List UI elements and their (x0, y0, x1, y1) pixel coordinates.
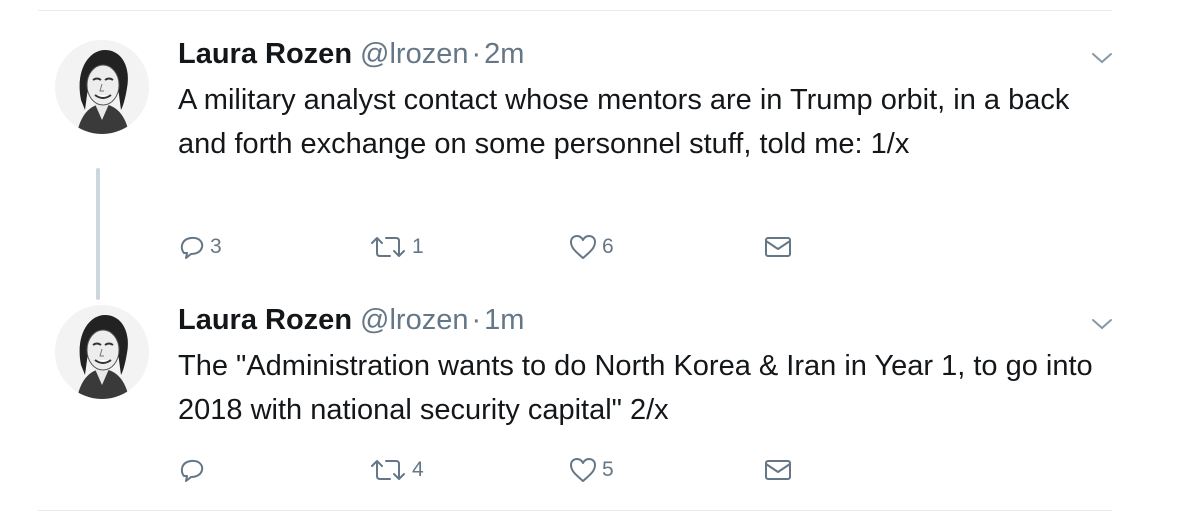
chevron-down-icon[interactable] (1090, 316, 1114, 332)
direct-message-button[interactable] (763, 456, 793, 484)
bottom-divider (38, 510, 1112, 511)
author-handle[interactable]: @lrozen (360, 38, 468, 70)
tweet-actions: 4 5 (178, 456, 838, 490)
reply-button[interactable] (178, 456, 210, 484)
tweet-header: Laura Rozen @lrozen · 1m (178, 304, 524, 337)
retweet-icon (371, 237, 405, 257)
tweet-header: Laura Rozen @lrozen · 2m (178, 38, 524, 71)
retweet-button[interactable]: 4 (368, 456, 424, 484)
like-count: 6 (602, 235, 614, 258)
chevron-down-icon[interactable] (1090, 50, 1114, 66)
thread-connector-line (96, 168, 100, 300)
author-handle[interactable]: @lrozen (360, 304, 468, 336)
envelope-icon (765, 237, 791, 257)
like-count: 5 (602, 458, 614, 481)
like-button[interactable]: 6 (568, 233, 614, 261)
retweet-count: 4 (412, 458, 424, 481)
retweet-icon (371, 460, 405, 480)
heart-icon (570, 235, 596, 259)
avatar-caricature-image (55, 40, 149, 134)
separator-dot: · (471, 304, 482, 336)
avatar[interactable] (55, 305, 149, 399)
tweet-timestamp[interactable]: 2m (484, 38, 524, 70)
heart-icon (570, 458, 596, 482)
reply-count: 3 (210, 235, 222, 258)
author-name[interactable]: Laura Rozen (178, 38, 352, 70)
retweet-count: 1 (412, 235, 424, 258)
envelope-icon (765, 460, 791, 480)
reply-button[interactable]: 3 (178, 233, 222, 261)
retweet-button[interactable]: 1 (368, 233, 424, 261)
tweet-actions: 3 1 6 (178, 233, 838, 267)
separator-dot: · (471, 38, 482, 70)
tweet-text: A military analyst contact whose mentors… (178, 84, 1070, 160)
author-name[interactable]: Laura Rozen (178, 304, 352, 336)
top-divider (38, 10, 1112, 11)
avatar[interactable] (55, 40, 149, 134)
tweet-text: The "Administration wants to do North Ko… (178, 350, 1093, 426)
avatar-caricature-image (55, 305, 149, 399)
direct-message-button[interactable] (763, 233, 793, 261)
tweet-timestamp[interactable]: 1m (484, 304, 524, 336)
like-button[interactable]: 5 (568, 456, 614, 484)
reply-icon (180, 236, 204, 259)
reply-icon (180, 459, 204, 482)
